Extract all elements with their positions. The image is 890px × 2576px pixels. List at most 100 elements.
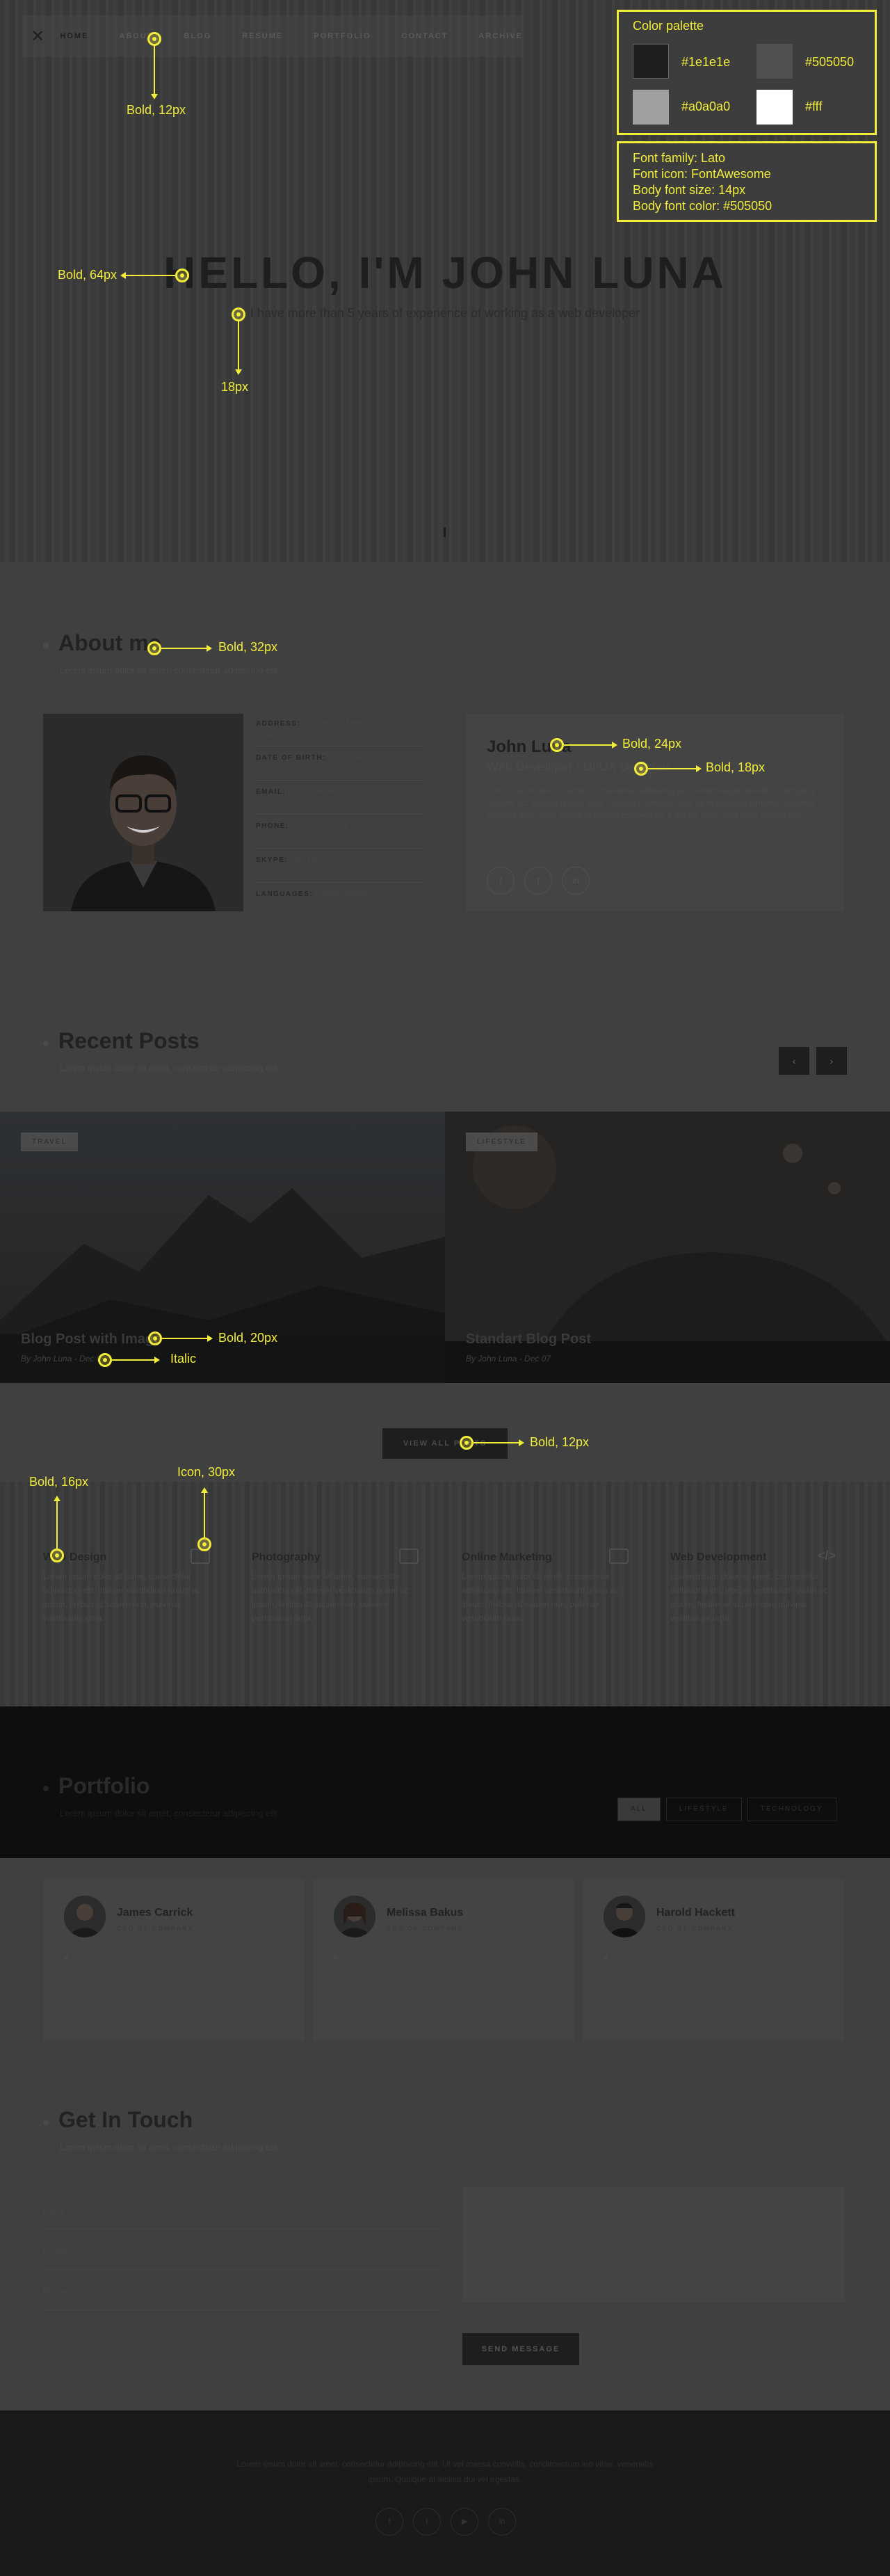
color-swatch-label: #a0a0a0 (681, 99, 731, 113)
quote-icon: “ (334, 1954, 338, 1968)
email-field[interactable]: E-mail (43, 2239, 438, 2270)
service-text: Lorem ipsum dolor sit amet, consectetur … (252, 1571, 410, 1623)
testimonials-section: James Carrick CEO OF COMPANY “ Lorem ips… (0, 1858, 890, 2067)
info-value[interactable]: john@domain.com (289, 787, 353, 796)
post-title[interactable]: Blog Post with Image (21, 1331, 161, 1347)
services-section: VIEW ALL POSTS Web Design Lorem ipsum do… (0, 1383, 890, 1706)
annotation-arrow (154, 1357, 160, 1363)
testimonial-name: James Carrick (117, 1907, 193, 1919)
service-text: Lorem ipsum dolor sit amet, consectetur … (670, 1571, 828, 1623)
hero-title: HELLO, I'M JOHN LUNA (163, 248, 727, 298)
linkedin-icon[interactable]: in (488, 2508, 516, 2536)
testimonial-text: Lorem ipsum dolor sit amet, consectetur … (355, 1956, 543, 1994)
testimonial-text: Lorem ipsum dolor sit amet, consectetur … (85, 1956, 273, 1994)
post-title[interactable]: Standart Blog Post (466, 1331, 591, 1347)
info-row: EMAIL: john@domain.com (256, 781, 423, 815)
annotation-arrow (201, 1487, 208, 1493)
linkedin-icon[interactable]: in (562, 867, 590, 895)
annotation-marker (147, 641, 161, 655)
color-swatch-label: #1e1e1e (681, 55, 731, 69)
color-swatch (756, 90, 793, 125)
next-arrow-icon[interactable]: › (816, 1047, 847, 1075)
annotation-arrow (696, 765, 702, 772)
annotation-arrow (207, 1335, 213, 1342)
message-field[interactable]: Message (462, 2187, 845, 2303)
annotation-arrow (207, 645, 212, 652)
info-value: john.luna (290, 856, 321, 864)
facebook-icon[interactable]: f (487, 867, 515, 895)
testimonial-card: James Carrick CEO OF COMPANY “ Lorem ips… (43, 1879, 305, 2040)
annotation-line (161, 648, 207, 649)
top-nav: ✕ HOME ABOUT BLOG RESUME PORTFOLIO CONTA… (22, 15, 523, 57)
info-label: EMAIL: (256, 788, 286, 796)
section-bullet (43, 1041, 49, 1046)
phone-field[interactable]: Phone (43, 2280, 438, 2310)
annotation-marker (148, 1331, 162, 1345)
youtube-icon[interactable]: ▶ (451, 2508, 478, 2536)
font-family-line: Font family: Lato (633, 151, 726, 165)
facebook-icon[interactable]: f (375, 2508, 403, 2536)
twitter-icon[interactable]: t (413, 2508, 441, 2536)
portfolio-subtitle: Lorem ipsum dolor sit amet, consectetur … (60, 1808, 277, 1818)
annotation-label: Bold, 12px (530, 1435, 590, 1449)
post-tag[interactable]: LIFESTYLE (466, 1133, 537, 1151)
annotation-line (154, 46, 155, 95)
service-item: Web Development </> Lorem ipsum dolor si… (670, 1549, 837, 1625)
info-row: DATE OF BIRTH: 01/12/1990 (256, 746, 423, 781)
scroll-indicator[interactable] (444, 527, 446, 537)
nav-item-archive[interactable]: ARCHIVE (478, 32, 523, 40)
color-swatch (756, 44, 793, 79)
annotation-label: 18px (221, 380, 249, 394)
annotation-line (648, 768, 697, 769)
about-title: About me (58, 630, 161, 655)
post-tag[interactable]: TRAVEL (21, 1133, 79, 1151)
filter-technology[interactable]: TECHNOLOGY (747, 1798, 836, 1821)
recent-posts-section: Recent Posts Lorem ipsum dolor sit amet,… (0, 993, 890, 1384)
testimonial-company: CEO OF COMPANY (387, 1925, 464, 1932)
body-font-size-line: Body font size: 14px (633, 183, 746, 197)
about-subtitle: Lorem ipsum dolor sit amet, consectetur … (60, 665, 277, 675)
palette-title: Color palette (633, 19, 704, 33)
name-field[interactable]: Name (43, 2199, 438, 2230)
service-item: Photography Lorem ipsum dolor sit amet, … (252, 1549, 419, 1625)
nav-item-resume[interactable]: RESUME (242, 32, 283, 40)
nav-item-portfolio[interactable]: PORTFOLIO (314, 32, 371, 40)
send-message-button[interactable]: SEND MESSAGE (462, 2333, 579, 2365)
annotation-marker (634, 762, 648, 776)
info-label: PHONE: (256, 822, 289, 830)
annotation-label: Bold, 12px (127, 103, 186, 117)
filter-lifestyle[interactable]: LIFESTYLE (665, 1798, 742, 1821)
view-all-posts-button[interactable]: VIEW ALL POSTS (382, 1428, 508, 1459)
service-title: Web Design (43, 1551, 107, 1563)
service-text: Lorem ipsum dolor sit amet, consectetur … (462, 1571, 620, 1623)
nav-item-home[interactable]: HOME (60, 32, 88, 40)
service-title: Web Development (670, 1551, 767, 1563)
annotation-marker (50, 1549, 64, 1562)
close-icon[interactable]: ✕ (22, 26, 53, 47)
annotation-marker (147, 32, 161, 46)
info-row: ADDRESS: 121 King St, Melbourne VIC 3000… (256, 712, 423, 746)
annotation-line (56, 1501, 58, 1549)
annotation-marker (550, 738, 564, 752)
nav-item-contact[interactable]: CONTACT (402, 32, 448, 40)
quote-icon: “ (604, 1954, 608, 1968)
prev-arrow-icon[interactable]: ‹ (779, 1047, 809, 1075)
info-row: PHONE: +0987-654-3211 (256, 815, 423, 849)
annotation-label: Bold, 16px (29, 1475, 89, 1489)
camera-icon (399, 1549, 419, 1564)
annotation-label: Icon, 30px (177, 1465, 236, 1479)
annotation-arrow (519, 1439, 524, 1446)
service-title: Online Marketing (462, 1551, 552, 1563)
post-card[interactable]: LIFESTYLE Standart Blog Post By John Lun… (445, 1112, 890, 1384)
nav-item-blog[interactable]: BLOG (184, 32, 212, 40)
info-value: +0987-654-3211 (291, 822, 348, 830)
annotation-marker (98, 1353, 112, 1367)
annotation-marker (175, 269, 189, 282)
section-bullet (43, 2120, 49, 2125)
filter-all[interactable]: ALL (617, 1798, 661, 1821)
color-swatch-label: #fff (805, 99, 823, 113)
color-swatch-label: #505050 (805, 55, 855, 69)
twitter-icon[interactable]: t (524, 867, 552, 895)
annotation-label: Bold, 20px (218, 1331, 278, 1345)
portfolio-title: Portfolio (58, 1773, 150, 1798)
